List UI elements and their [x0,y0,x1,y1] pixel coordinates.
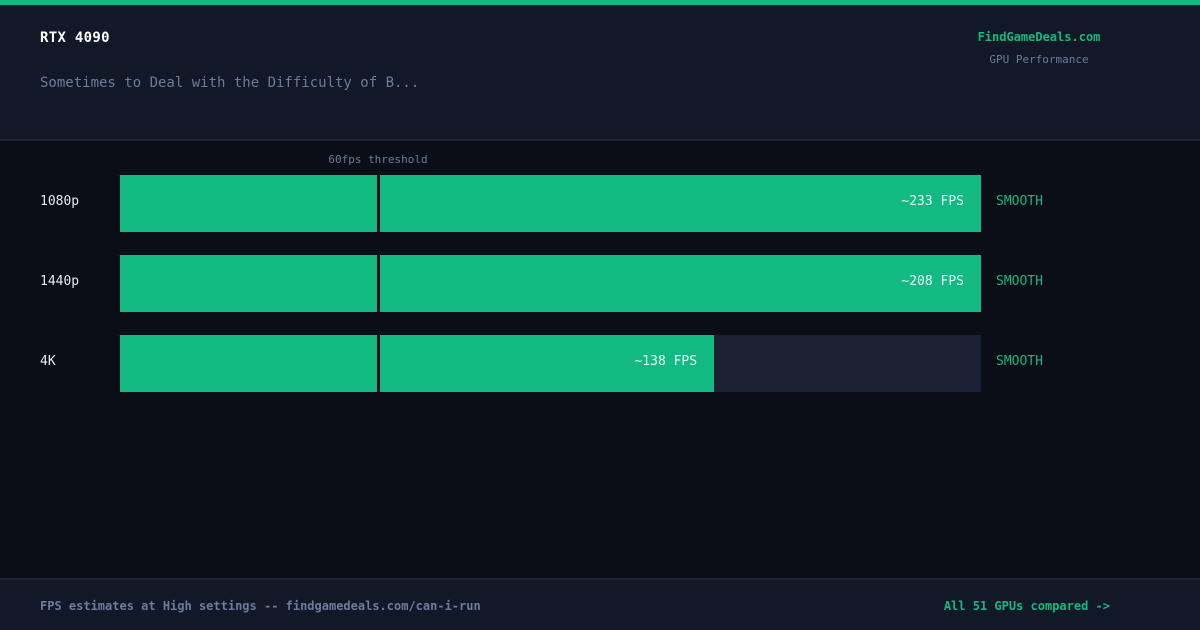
fps-chart: 60fps threshold 1080p ~233 FPS SMOOTH 1440p… [0,143,1200,578]
threshold-label: 60fps threshold [328,153,428,166]
fps-bar [120,335,715,392]
performance-status: SMOOTH [996,354,1043,369]
resolution-label: 4K [40,354,56,369]
performance-status: SMOOTH [996,194,1043,209]
fps-value-label: ~138 FPS [634,354,698,369]
threshold-line [377,335,380,392]
fps-bar [120,175,981,232]
resolution-label: 1080p [40,194,80,209]
threshold-line [377,255,380,312]
performance-status: SMOOTH [996,274,1043,289]
gpu-title: RTX 4090 [40,30,110,46]
footer: FPS estimates at High settings -- findga… [0,578,1200,630]
fps-value-label: ~233 FPS [901,194,964,209]
fps-bar-track: ~208 FPS [120,255,981,312]
fps-bar-track: ~233 FPS [120,175,981,232]
fps-bar-track: ~138 FPS [120,335,981,392]
resolution-label: 1440p [40,274,80,289]
threshold-line [377,175,380,232]
brand-subtitle: GPU Performance [989,53,1089,66]
header: RTX 4090 Sometimes to Deal with the Diff… [0,5,1200,141]
fps-bar [120,255,981,312]
all-gpus-link[interactable]: All 51 GPUs compared -> [944,599,1110,613]
brand-link[interactable]: FindGameDeals.com [939,30,1139,44]
game-title: Sometimes to Deal with the Difficulty of… [40,75,420,91]
fps-value-label: ~208 FPS [901,274,964,289]
footer-note: FPS estimates at High settings -- findga… [40,599,481,613]
